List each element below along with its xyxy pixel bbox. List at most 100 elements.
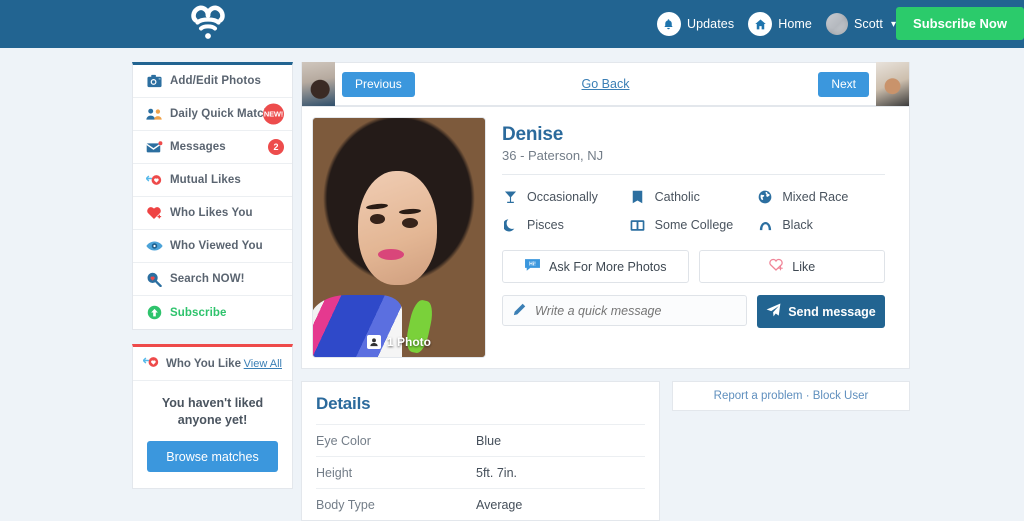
details-value: Average <box>476 497 523 512</box>
like-button[interactable]: Like <box>698 250 885 283</box>
send-message-button[interactable]: Send message <box>757 295 885 328</box>
photo-eye-left <box>369 213 386 224</box>
globe-icon <box>757 190 773 204</box>
main-content: Previous Go Back Next 1 Photo Denise 36 … <box>301 62 910 521</box>
book-closed-icon <box>630 190 646 204</box>
sidebar-nav-card: Add/Edit Photos Daily Quick Match NEW! M… <box>132 62 293 330</box>
moon-icon <box>502 218 518 232</box>
sidebar-item-messages[interactable]: Messages 2 <box>133 131 292 164</box>
sidebar-item-label: Search NOW! <box>170 273 245 285</box>
sidebar-item-subscribe[interactable]: Subscribe <box>133 296 292 329</box>
attribute-drinking: Occasionally <box>502 186 630 208</box>
table-row: Body Type Average <box>316 488 645 520</box>
book-open-icon <box>630 219 646 232</box>
user-avatar <box>825 13 848 35</box>
sidebar-item-label: Who Viewed You <box>170 240 263 252</box>
nav-user-menu[interactable]: Scott ▾ <box>825 13 896 35</box>
ask-for-more-photos-label: Ask For More Photos <box>549 259 667 274</box>
mutual-likes-icon <box>143 173 165 187</box>
go-back-link[interactable]: Go Back <box>302 77 909 91</box>
profile-attributes: Occasionally Catholic Mixed Race Pisces … <box>502 186 885 236</box>
table-row: Eye Color Blue <box>316 424 645 456</box>
bottom-row: Details Eye Color Blue Height 5ft. 7in. … <box>301 381 910 521</box>
sidebar: Add/Edit Photos Daily Quick Match NEW! M… <box>132 62 293 489</box>
report-links: Report a problem · Block User <box>714 390 869 402</box>
up-arrow-icon <box>143 305 165 320</box>
block-user-link[interactable]: Block User <box>813 390 869 402</box>
view-all-link[interactable]: View All <box>244 358 282 370</box>
attribute-zodiac: Pisces <box>502 214 630 236</box>
svg-text:Hi!: Hi! <box>529 261 536 267</box>
who-you-like-card: Who You Like View All You haven't liked … <box>132 344 293 489</box>
quick-message-input[interactable] <box>533 302 736 319</box>
attribute-religion: Catholic <box>630 186 758 208</box>
who-you-like-title: Who You Like <box>166 357 241 370</box>
profile-photo[interactable]: 1 Photo <box>312 117 486 358</box>
report-separator: · <box>802 390 813 402</box>
heart-icon <box>143 206 165 220</box>
profile-meta: 36 - Paterson, NJ <box>502 148 604 163</box>
sidebar-item-label: Daily Quick Match <box>170 108 271 120</box>
details-key: Height <box>316 465 353 480</box>
sidebar-item-label: Who Likes You <box>170 207 253 219</box>
sidebar-item-mutual-likes[interactable]: Mutual Likes <box>133 164 292 197</box>
attribute-ethnicity: Mixed Race <box>757 186 885 208</box>
profile-card: 1 Photo Denise 36 - Paterson, NJ Occasio… <box>301 106 910 369</box>
nav-home-label: Home <box>778 17 812 31</box>
profile-info: Denise 36 - Paterson, NJ Occasionally Ca… <box>486 117 899 358</box>
nav-home[interactable]: Home <box>748 12 812 36</box>
attribute-label: Some College <box>654 218 734 232</box>
browse-matches-button[interactable]: Browse matches <box>147 441 278 472</box>
report-a-problem-link[interactable]: Report a problem <box>714 390 803 402</box>
sidebar-item-label: Mutual Likes <box>170 174 241 186</box>
status-badge: 2 <box>268 139 284 155</box>
sidebar-item-label: Subscribe <box>170 306 227 319</box>
search-icon <box>143 272 165 287</box>
page-title: Denise <box>502 124 564 145</box>
sidebar-item-label: Add/Edit Photos <box>170 75 261 87</box>
details-value: 5ft. 7in. <box>476 465 517 480</box>
report-card: Report a problem · Block User <box>672 381 910 411</box>
sidebar-item-daily-quick-match[interactable]: Daily Quick Match NEW! <box>133 98 292 131</box>
nav-updates[interactable]: Updates <box>656 12 735 36</box>
sidebar-item-search-now[interactable]: Search NOW! <box>133 263 292 296</box>
heart-wifi-logo[interactable] <box>186 3 230 45</box>
sidebar-item-add-edit-photos[interactable]: Add/Edit Photos <box>133 65 292 98</box>
table-row: Height 5ft. 7in. <box>316 456 645 488</box>
attribute-education: Some College <box>630 214 758 236</box>
subscribe-now-button[interactable]: Subscribe Now <box>896 7 1024 40</box>
details-value: Blue <box>476 433 502 448</box>
nav-updates-label: Updates <box>686 17 735 31</box>
header-nav: Updates Home Scott ▾ <box>656 0 896 48</box>
eye-icon <box>143 240 165 252</box>
home-icon <box>748 12 773 36</box>
who-you-like-body: You haven't liked anyone yet! Browse mat… <box>133 381 292 488</box>
details-key: Eye Color <box>316 433 371 448</box>
paper-plane-icon <box>766 303 781 320</box>
hair-icon <box>757 219 773 231</box>
attribute-hair-color: Black <box>757 214 885 236</box>
send-message-label: Send message <box>788 304 876 319</box>
bell-icon <box>656 12 681 36</box>
quick-message-row: Send message <box>502 295 885 328</box>
chat-bubble-hi-icon: Hi! <box>524 258 541 275</box>
attribute-label: Catholic <box>654 190 700 204</box>
sidebar-item-who-likes-you[interactable]: Who Likes You <box>133 197 292 230</box>
pencil-icon <box>513 303 526 319</box>
empty-state-message: You haven't liked anyone yet! <box>161 396 264 427</box>
camera-icon <box>143 74 165 88</box>
cocktail-icon <box>502 190 518 204</box>
ask-for-more-photos-button[interactable]: Hi! Ask For More Photos <box>502 250 689 283</box>
photo-face <box>357 170 437 286</box>
quick-message-field[interactable] <box>502 295 747 326</box>
attribute-label: Mixed Race <box>782 190 849 204</box>
details-card: Details Eye Color Blue Height 5ft. 7in. … <box>301 381 660 521</box>
heart-outline-icon <box>768 258 784 275</box>
divider <box>502 174 885 175</box>
details-title: Details <box>316 394 371 413</box>
profile-photo-image <box>313 118 485 357</box>
nav-user-label: Scott <box>853 17 883 31</box>
sidebar-item-who-viewed-you[interactable]: Who Viewed You <box>133 230 292 263</box>
people-icon <box>143 107 165 121</box>
photo-count-badge: 1 Photo <box>313 335 485 349</box>
